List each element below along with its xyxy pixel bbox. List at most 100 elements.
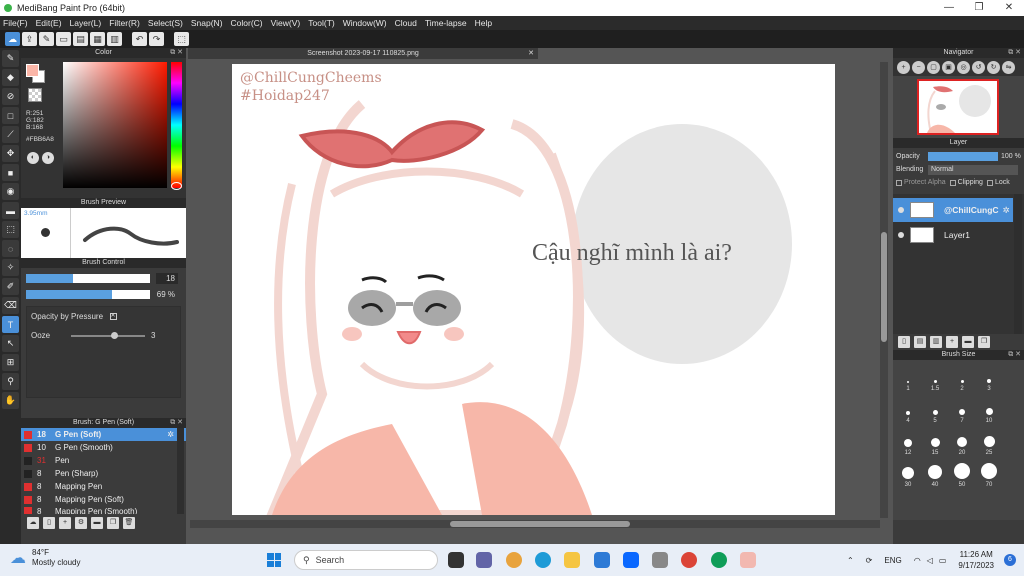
menu-cloud[interactable]: Cloud [395, 18, 417, 28]
clock[interactable]: 11:26 AM 9/17/2023 [958, 549, 994, 571]
maximize-button[interactable]: ❐ [964, 0, 994, 16]
color-palette-icon[interactable]: ◐ [27, 152, 39, 164]
divide-tool-icon[interactable]: ⊞ [2, 354, 19, 371]
hand-tool-icon[interactable]: ✋ [2, 392, 19, 409]
gear-icon[interactable]: ✲ [167, 430, 174, 439]
zoom-out-icon[interactable]: − [912, 60, 925, 74]
horizontal-scrollbar[interactable] [190, 520, 880, 528]
ooze-slider-knob[interactable] [111, 331, 118, 339]
layout-icon[interactable]: ▥ [107, 32, 122, 46]
rotate-left-icon[interactable]: ↺ [972, 60, 985, 74]
minimize-button[interactable]: — [934, 0, 964, 16]
brush-size-cell[interactable]: 5 [922, 396, 948, 426]
navigator-thumbnail[interactable] [917, 79, 999, 135]
layer-opacity-slider[interactable] [928, 152, 998, 161]
layer-folder-icon[interactable]: ▬ [962, 336, 974, 348]
brush-size-cell[interactable]: 25 [976, 428, 1002, 458]
trash-icon[interactable]: 🗑 [123, 517, 135, 529]
brush-list-controls-icon[interactable]: ⧉ ✕ [170, 418, 183, 428]
menu-window[interactable]: Window(W) [343, 18, 387, 28]
brush-opacity-slider[interactable] [26, 289, 150, 299]
brush-size-cell[interactable]: 20 [949, 428, 975, 458]
vertical-scroll-thumb[interactable] [881, 232, 887, 342]
zalo-icon[interactable] [623, 552, 639, 568]
comment-icon[interactable]: ✎ [39, 32, 54, 46]
brush-size-cell[interactable]: 40 [922, 460, 948, 490]
taskbar-search[interactable]: ⚲ Search [294, 550, 438, 570]
navigator-controls-icon[interactable]: ⧉ ✕ [1008, 48, 1021, 58]
panel-controls-icon[interactable]: ⧉ ✕ [170, 48, 183, 58]
lock-checkbox[interactable] [986, 179, 993, 186]
folder-icon[interactable]: ▬ [91, 517, 103, 529]
weather-widget[interactable]: ☁ 84°F Mostly cloudy [10, 548, 80, 568]
speech-text[interactable]: Cậu nghĩ mình là ai? [532, 240, 732, 267]
task-view-icon[interactable] [448, 552, 464, 568]
wifi-icon[interactable]: ◠ [914, 556, 921, 565]
menu-filter[interactable]: Filter(R) [109, 18, 140, 28]
brush-item[interactable]: 8 Mapping Pen [21, 480, 186, 493]
app-icon[interactable] [652, 552, 668, 568]
duplicate-layer-icon[interactable]: ❐ [978, 336, 990, 348]
add-brush-icon[interactable]: + [59, 517, 71, 529]
duplicate-icon[interactable]: ❐ [107, 517, 119, 529]
chevron-up-icon[interactable]: ⌃ [847, 556, 854, 565]
brush-size-cell[interactable]: 7 [949, 396, 975, 426]
dot-eraser-icon[interactable]: ⊘ [2, 88, 19, 105]
flip-icon[interactable]: ⇋ [1002, 60, 1015, 74]
cloud-icon[interactable]: ☁ [5, 32, 20, 46]
layer-row[interactable]: @ChillCungC ✲ [893, 198, 1013, 222]
medibang-taskbar-icon[interactable] [740, 552, 756, 568]
close-tab-icon[interactable]: ✕ [528, 48, 534, 59]
select-eraser-icon[interactable]: ⌫ [2, 297, 19, 314]
select-pen-icon[interactable]: ✐ [2, 278, 19, 295]
drawing-canvas[interactable]: @ChillCungCheems #Hoidap247 Cậu nghĩ mìn… [232, 64, 835, 515]
add-layer-menu-icon[interactable]: + [946, 336, 958, 348]
document-tab[interactable]: Screenshot 2023-09-17 110825.png ✕ [188, 48, 538, 59]
layer-row[interactable]: Layer1 [893, 223, 1013, 247]
brush-item[interactable]: 8 Mapping Pen (Soft) [21, 493, 186, 506]
rotate-right-icon[interactable]: ↻ [987, 60, 1000, 74]
menu-color[interactable]: Color(C) [231, 18, 263, 28]
brush-size-cell[interactable]: 2 [949, 364, 975, 394]
brush-size-cell[interactable]: 50 [949, 460, 975, 490]
brush-tool-icon[interactable]: ✎ [2, 50, 19, 67]
move-tool-icon[interactable]: ✥ [2, 145, 19, 162]
battery-icon[interactable]: ▭ [939, 556, 947, 565]
menu-help[interactable]: Help [475, 18, 492, 28]
brush-size-cell[interactable]: 1.5 [922, 364, 948, 394]
ooze-slider[interactable] [71, 331, 145, 339]
chat-icon[interactable]: ▭ [56, 32, 71, 46]
clipping-checkbox[interactable] [949, 179, 956, 186]
menu-file[interactable]: File(F) [3, 18, 28, 28]
brush-settings-icon[interactable]: ⚙ [75, 517, 87, 529]
lasso-icon[interactable]: ◌ [2, 240, 19, 257]
brush-item[interactable]: 10 G Pen (Smooth) [21, 441, 186, 454]
layer-list-scrollbar[interactable] [1014, 194, 1022, 334]
share-icon[interactable]: ⇪ [22, 32, 37, 46]
grid-icon[interactable]: ▦ [90, 32, 105, 46]
vertical-scrollbar[interactable] [880, 62, 888, 518]
brush-size-cell[interactable]: 1 [895, 364, 921, 394]
zoom-custom-icon[interactable]: ◎ [957, 60, 970, 74]
menu-snap[interactable]: Snap(N) [191, 18, 223, 28]
new-layer-icon[interactable]: ▯ [898, 336, 910, 348]
brush-item[interactable]: 18 G Pen (Soft) ✲ [21, 428, 186, 441]
notification-badge[interactable]: 6 [1004, 554, 1016, 566]
store-icon[interactable] [594, 552, 610, 568]
teams-icon[interactable] [476, 552, 492, 568]
language-indicator[interactable]: ENG [884, 556, 901, 565]
transparent-color-swatch[interactable] [28, 88, 42, 102]
actual-size-icon[interactable]: ▣ [942, 60, 955, 74]
brush-size-slider[interactable] [26, 273, 150, 283]
selection-icon[interactable]: ⬚ [174, 32, 189, 46]
opacity-by-pressure-checkbox[interactable]: ✕ [109, 313, 117, 321]
menu-tool[interactable]: Tool(T) [308, 18, 334, 28]
menu-view[interactable]: View(V) [271, 18, 301, 28]
sync-icon[interactable]: ⟳ [866, 556, 873, 565]
volume-icon[interactable]: ◁ [927, 556, 933, 565]
hue-marker[interactable] [171, 182, 182, 190]
brush-item[interactable]: 31 Pen [21, 454, 186, 467]
brush-size-cell[interactable]: 4 [895, 396, 921, 426]
brush-item[interactable]: 8 Pen (Sharp) [21, 467, 186, 480]
brush-size-value[interactable]: 18 [156, 272, 178, 284]
